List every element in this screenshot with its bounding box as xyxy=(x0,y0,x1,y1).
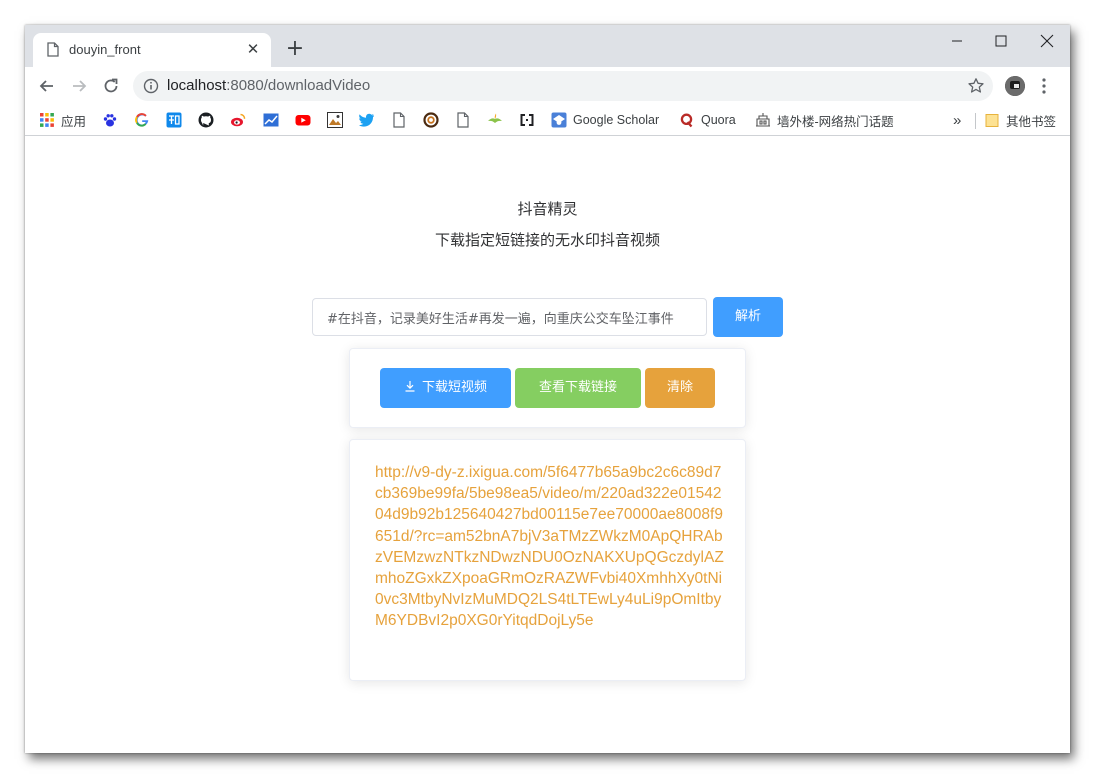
bookmark-qiangwailou[interactable]: 墙外楼-网络热门话题 xyxy=(755,110,894,130)
leaf-icon xyxy=(488,113,502,123)
github-icon xyxy=(198,112,214,128)
address-bar[interactable]: localhost:8080/downloadVideo xyxy=(133,71,993,101)
tab-close-icon[interactable]: ✕ xyxy=(245,41,261,57)
reload-icon[interactable] xyxy=(101,76,121,96)
tab-strip: douyin_front ✕ + xyxy=(25,25,1070,67)
bookmark-label: 墙外楼-网络热门话题 xyxy=(777,114,894,129)
building-icon xyxy=(756,113,770,127)
bookmark-weibo[interactable] xyxy=(230,110,246,130)
apps-grid-icon xyxy=(40,113,54,127)
menu-dots-icon[interactable] xyxy=(1041,77,1047,95)
bookmark-label: Google Scholar xyxy=(573,113,660,127)
maximize-icon[interactable] xyxy=(986,31,1016,51)
result-card: http://v9-dy-z.ixigua.com/5f6477b65a9bc2… xyxy=(349,439,746,681)
page-subtitle: 下载指定短链接的无水印抖音视频 xyxy=(434,231,660,249)
bookmark-youtube[interactable] xyxy=(295,110,311,130)
quora-icon xyxy=(680,113,693,128)
profile-icon xyxy=(1005,76,1025,96)
zhihu-icon xyxy=(166,112,182,128)
bookmark-google[interactable] xyxy=(134,110,150,130)
page-icon xyxy=(393,112,405,128)
bookmark-google-scholar[interactable]: Google Scholar xyxy=(551,110,659,130)
parse-button[interactable]: 解析 xyxy=(713,297,783,337)
bookmark-image[interactable] xyxy=(327,110,343,130)
bookmark-leaf[interactable] xyxy=(487,110,503,130)
page-icon xyxy=(47,42,59,57)
tab-title: douyin_front xyxy=(69,42,141,57)
share-link-input[interactable] xyxy=(312,298,707,336)
info-icon[interactable] xyxy=(143,78,159,94)
page-icon xyxy=(457,112,469,128)
tab-douyin-front[interactable]: douyin_front ✕ xyxy=(33,33,271,67)
bookmark-star-icon[interactable] xyxy=(967,77,985,95)
browser-toolbar: localhost:8080/downloadVideo xyxy=(25,67,1070,105)
bookmark-page-1[interactable] xyxy=(391,110,407,130)
download-video-button[interactable]: 下载短视频 xyxy=(380,368,511,408)
youtube-icon xyxy=(295,115,311,126)
close-window-icon[interactable] xyxy=(1032,31,1062,51)
bookmark-baidu[interactable] xyxy=(102,110,118,130)
bookmark-ring[interactable] xyxy=(423,110,439,130)
bookmark-zhihu[interactable] xyxy=(166,110,182,130)
bookmark-other-folder[interactable]: 其他书签 xyxy=(984,110,1056,130)
bookmark-chart[interactable] xyxy=(263,110,279,130)
image-icon xyxy=(327,112,343,128)
ring-icon xyxy=(423,112,439,128)
bookmark-github[interactable] xyxy=(198,110,214,130)
page-content: 抖音精灵 下载指定短链接的无水印抖音视频 解析 下载短视频 查看下载链接 清除 … xyxy=(25,136,1070,753)
bookmark-quora[interactable]: Quora xyxy=(679,110,736,130)
bookmark-label: Quora xyxy=(701,113,736,127)
minimize-icon[interactable] xyxy=(942,31,972,51)
bookmark-label: 应用 xyxy=(61,114,87,129)
bookmarks-bar: 应用 Google Scholar Quora 墙外楼-网络热门话题 » 其他书… xyxy=(25,105,1070,136)
weibo-icon xyxy=(231,113,246,127)
clear-button[interactable]: 清除 xyxy=(645,368,715,408)
download-url-text[interactable]: http://v9-dy-z.ixigua.com/5f6477b65a9bc2… xyxy=(375,462,725,632)
bookmark-label: 其他书签 xyxy=(1006,114,1057,129)
bookmark-twitter[interactable] xyxy=(359,110,375,130)
page-title: 抖音精灵 xyxy=(517,200,578,218)
brackets-icon xyxy=(520,114,534,126)
download-video-label: 下载短视频 xyxy=(421,380,487,395)
avatar[interactable] xyxy=(1005,76,1025,96)
folder-icon xyxy=(985,114,999,127)
bookmark-brackets[interactable] xyxy=(519,110,535,130)
download-icon xyxy=(405,381,415,392)
new-tab-button[interactable]: + xyxy=(285,38,305,60)
actions-card: 下载短视频 查看下载链接 清除 xyxy=(349,348,746,428)
view-link-button[interactable]: 查看下载链接 xyxy=(515,368,641,408)
google-icon xyxy=(135,113,149,127)
bookmark-page-2[interactable] xyxy=(455,110,471,130)
baidu-icon xyxy=(103,114,117,127)
scholar-icon xyxy=(551,112,567,128)
back-arrow-icon[interactable] xyxy=(37,76,57,96)
bookmarks-overflow-button[interactable]: » xyxy=(953,110,961,130)
bookmark-apps[interactable]: 应用 xyxy=(39,110,86,130)
chart-icon xyxy=(263,113,279,127)
twitter-icon xyxy=(359,113,375,127)
url-text: localhost:8080/downloadVideo xyxy=(167,77,371,94)
forward-arrow-icon[interactable] xyxy=(69,76,89,96)
bookmarks-divider xyxy=(975,113,976,129)
browser-window: douyin_front ✕ + localhost:8080/download… xyxy=(25,25,1070,753)
